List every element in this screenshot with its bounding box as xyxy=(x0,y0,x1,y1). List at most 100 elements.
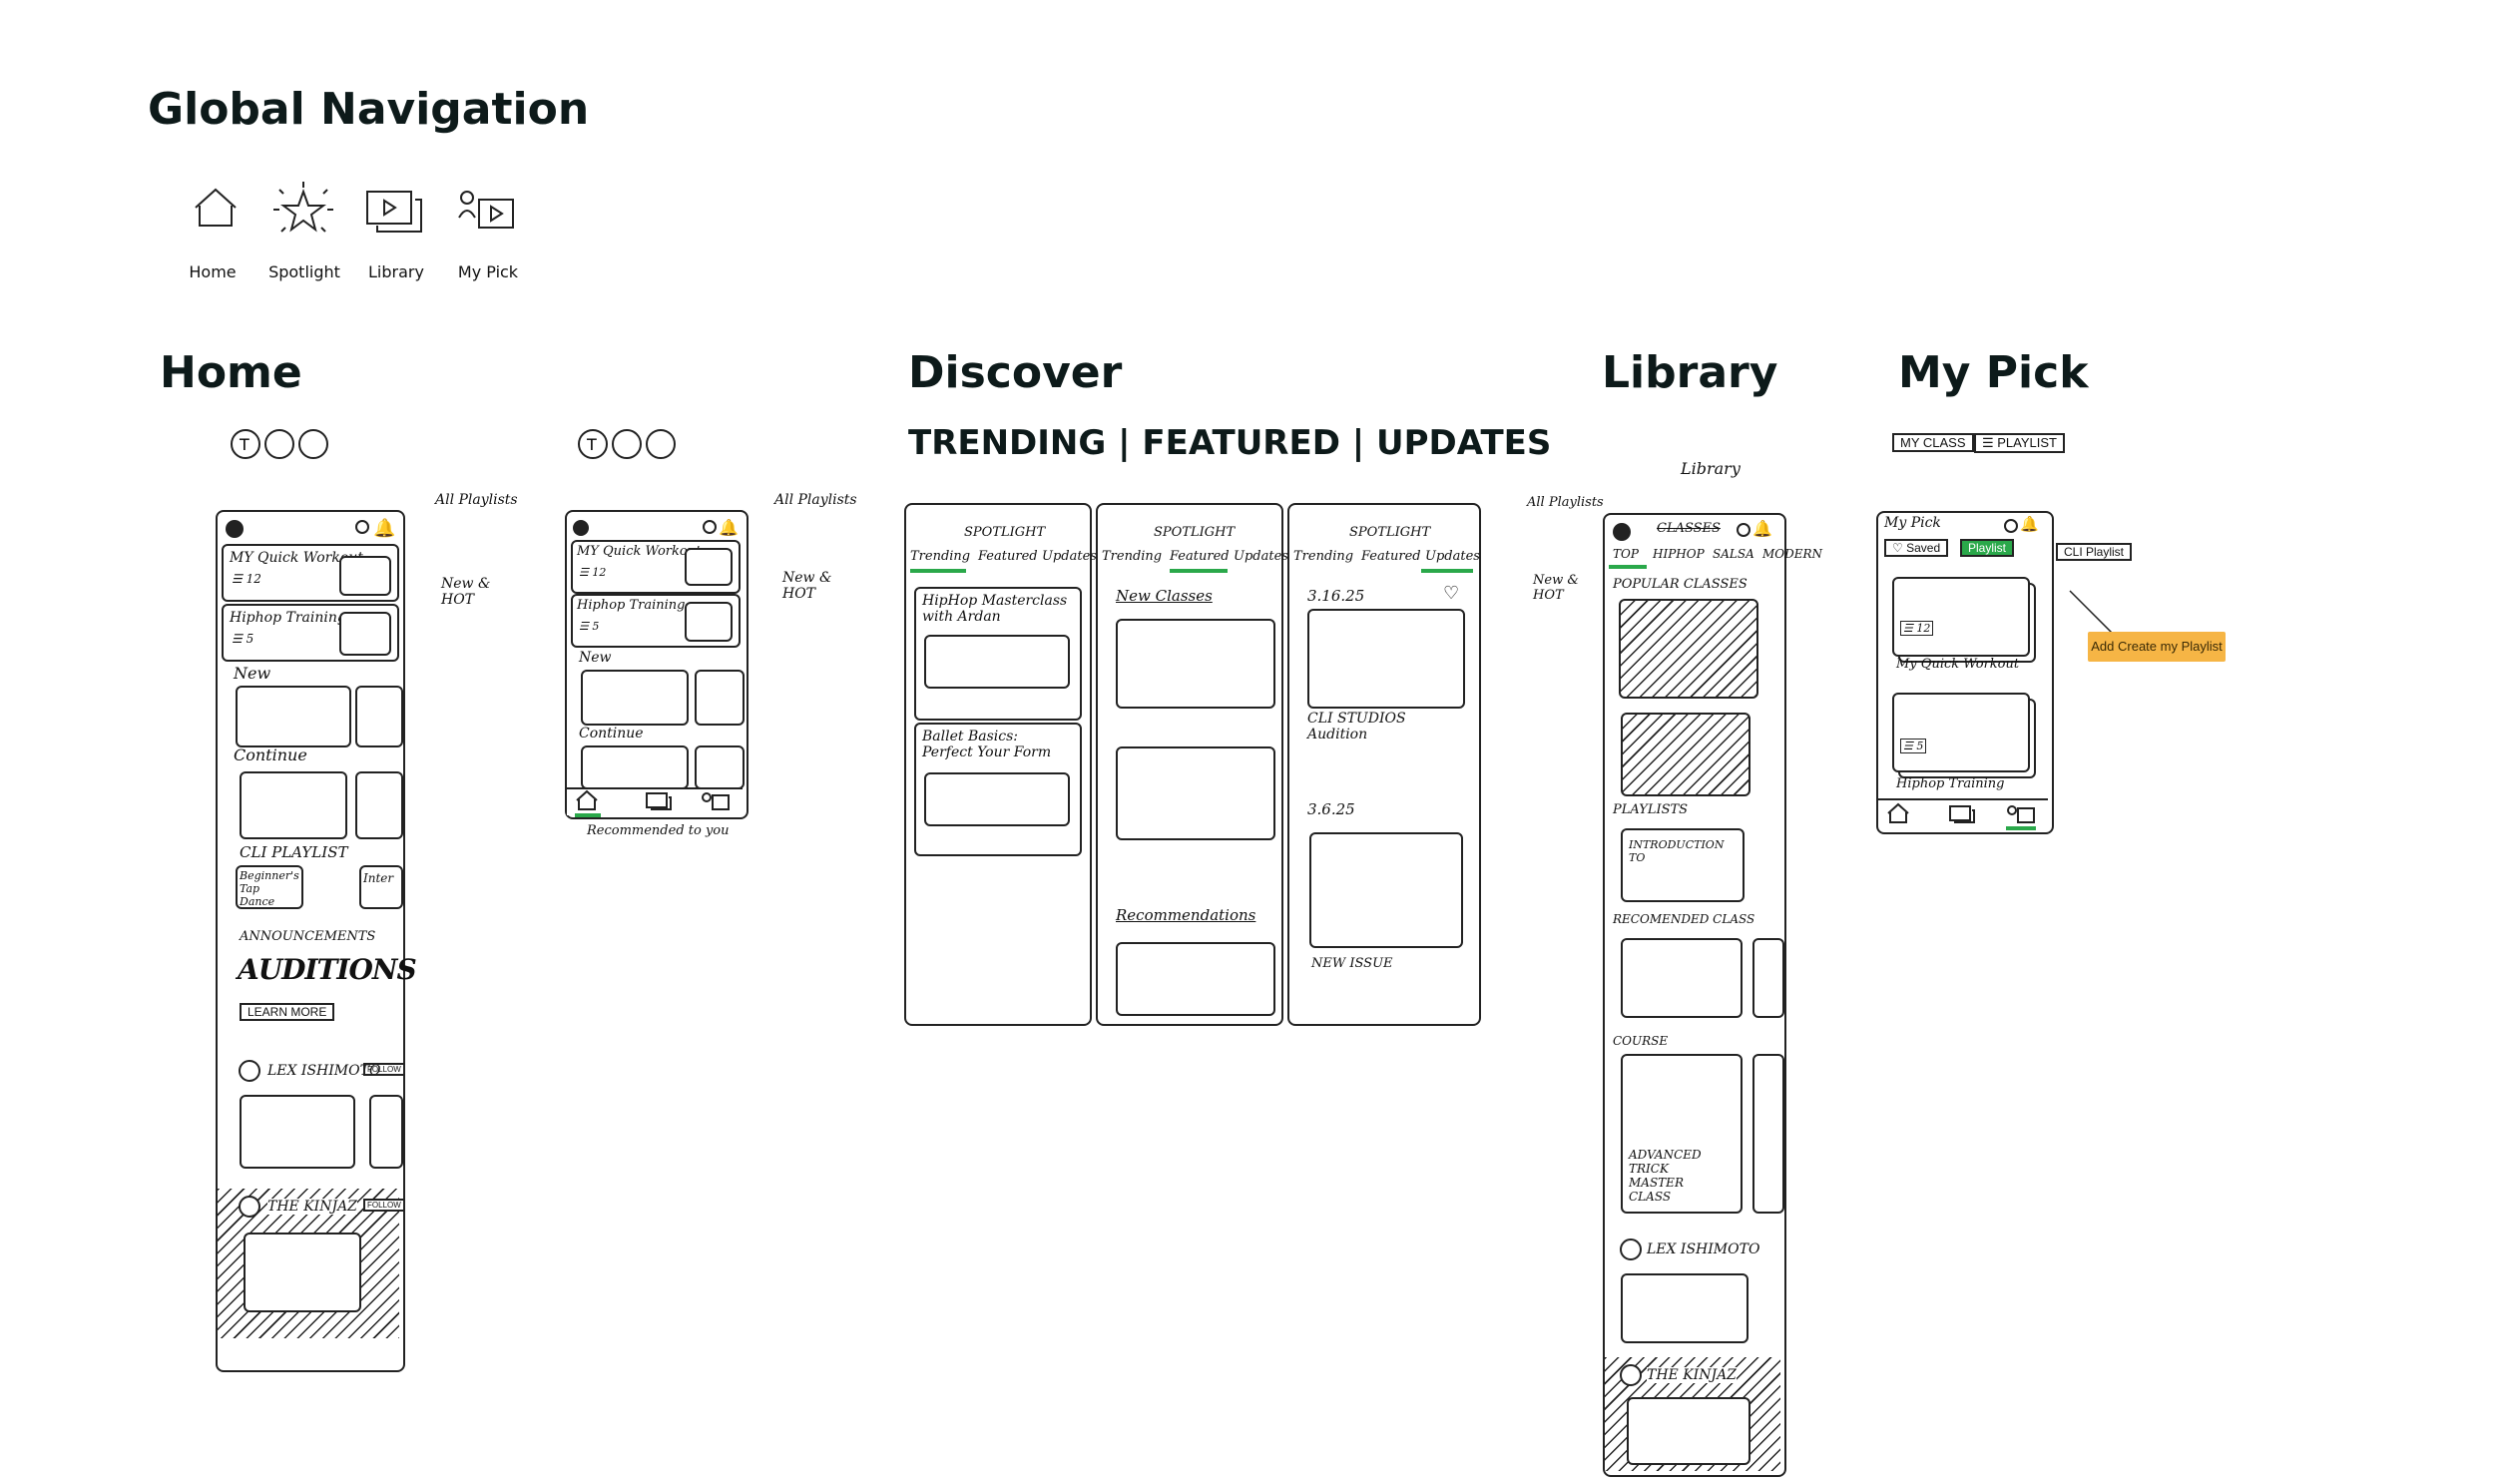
card-thumb xyxy=(339,556,391,596)
tab-updates[interactable]: Updates xyxy=(1234,549,1288,564)
heart-icon[interactable]: ♡ xyxy=(1443,583,1459,604)
video-thumb[interactable] xyxy=(244,1233,361,1312)
new-section-label: New xyxy=(579,650,612,666)
video-thumb[interactable] xyxy=(240,771,347,839)
saved-tab[interactable]: ♡ Saved xyxy=(1884,539,1949,557)
home-section-title: Home xyxy=(160,347,302,398)
video-thumb[interactable] xyxy=(355,686,403,747)
tab-modern[interactable]: MODERN xyxy=(1762,547,1822,561)
media-stack-icon[interactable] xyxy=(365,190,425,241)
new-hot-note: New & HOT xyxy=(1533,573,1579,603)
playlist-tile-label: INTRODUCTION TO xyxy=(1629,838,1725,864)
video-thumb[interactable] xyxy=(1309,832,1463,948)
tab-trending[interactable]: Trending xyxy=(1293,549,1353,564)
avatar[interactable] xyxy=(573,520,589,536)
media-stack-icon[interactable] xyxy=(645,791,673,811)
star-icon[interactable] xyxy=(267,180,339,245)
follow-button[interactable]: FOLLOW xyxy=(363,1199,405,1212)
video-thumb[interactable] xyxy=(695,745,745,789)
video-thumb[interactable] xyxy=(1627,1397,1750,1465)
card-title: MY Quick Workout xyxy=(577,544,702,559)
tab-trending[interactable]: Trending xyxy=(910,549,970,564)
bell-icon[interactable]: 🔔 xyxy=(1752,519,1772,539)
active-tab-indicator xyxy=(1421,569,1473,573)
new-classes-label: New Classes xyxy=(1116,587,1213,605)
cli-playlist-tab[interactable]: CLI Playlist xyxy=(2056,543,2133,561)
new-issue-label: NEW ISSUE xyxy=(1311,956,1393,971)
active-tab-indicator xyxy=(910,569,966,573)
course-card[interactable] xyxy=(1752,1054,1784,1214)
playlist-tile-label: Inter xyxy=(363,871,394,885)
tab-hiphop[interactable]: HIPHOP xyxy=(1653,547,1705,561)
home-icon[interactable] xyxy=(1886,802,1910,824)
playlists-label: PLAYLISTS xyxy=(1613,802,1689,817)
playlist-card[interactable] xyxy=(1892,693,2030,772)
home-sketch-long: T 🔔 All Playlists New & HOT MY Quick Wor… xyxy=(160,424,518,1382)
home-icon[interactable] xyxy=(192,186,240,235)
bell-icon[interactable]: 🔔 xyxy=(373,518,395,539)
video-thumb[interactable] xyxy=(1621,938,1743,1018)
tab-top[interactable]: TOP xyxy=(1613,547,1639,561)
tab-updates[interactable]: Updates xyxy=(1425,549,1480,564)
card-title: Hiphop Training xyxy=(230,610,346,626)
video-thumb[interactable] xyxy=(581,670,689,726)
active-tab-indicator xyxy=(1170,569,1228,573)
discover-subtitle: TRENDING | FEATURED | UPDATES xyxy=(908,423,1552,463)
video-thumb[interactable] xyxy=(236,686,351,747)
active-tab-indicator xyxy=(575,813,601,817)
update-date: 3.6.25 xyxy=(1307,800,1355,818)
video-thumb[interactable] xyxy=(695,670,745,726)
svg-text:T: T xyxy=(586,435,597,454)
tab-salsa[interactable]: SALSA xyxy=(1713,547,1754,561)
tab-trending[interactable]: Trending xyxy=(1102,549,1162,564)
bell-icon[interactable]: 🔔 xyxy=(719,518,739,538)
bell-icon[interactable]: 🔔 xyxy=(2020,515,2039,533)
playlist-card[interactable] xyxy=(1892,577,2030,657)
tab-featured[interactable]: Featured xyxy=(1170,549,1230,564)
my-class-tab[interactable]: MY CLASS xyxy=(1892,433,1974,452)
card-meta: ☰ 5 xyxy=(1900,739,1927,753)
active-tab-indicator xyxy=(1609,565,1647,569)
discover-section-title: Discover xyxy=(908,347,1123,398)
learn-more-button[interactable]: LEARN MORE xyxy=(240,1003,335,1021)
person-play-icon[interactable] xyxy=(2006,804,2036,824)
course-title: ADVANCED TRICK MASTER CLASS xyxy=(1629,1148,1702,1204)
card-thumb xyxy=(685,548,733,586)
home-icon[interactable] xyxy=(575,789,599,811)
avatar[interactable] xyxy=(1613,523,1631,541)
video-thumb[interactable] xyxy=(1621,713,1750,796)
recommendations-label: Recommendations xyxy=(1116,906,1256,924)
video-thumb[interactable] xyxy=(355,771,403,839)
playlist-tab[interactable]: ☰ PLAYLIST xyxy=(1974,433,2065,453)
instructor-avatar xyxy=(1620,1364,1642,1386)
video-thumb[interactable] xyxy=(369,1095,403,1169)
popular-classes-label: POPULAR CLASSES xyxy=(1613,577,1747,592)
person-play-icon[interactable] xyxy=(701,791,731,811)
search-icon[interactable] xyxy=(2004,519,2018,533)
video-thumb[interactable] xyxy=(1116,746,1275,840)
card-meta: ☰ 12 xyxy=(1900,621,1934,636)
search-icon[interactable] xyxy=(355,520,369,534)
person-play-icon[interactable] xyxy=(457,188,517,239)
tab-updates[interactable]: Updates xyxy=(1042,549,1097,564)
search-icon[interactable] xyxy=(1737,523,1750,537)
video-thumb[interactable] xyxy=(1621,1273,1748,1343)
video-thumb[interactable] xyxy=(1116,942,1275,1016)
video-thumb[interactable] xyxy=(581,745,689,789)
new-section-label: New xyxy=(234,664,271,683)
avatar[interactable] xyxy=(226,520,244,538)
video-thumb[interactable] xyxy=(1307,609,1465,709)
video-thumb[interactable] xyxy=(1752,938,1784,1018)
video-thumb[interactable] xyxy=(240,1095,355,1169)
instructor-name: LEX ISHIMOTO xyxy=(1647,1241,1760,1257)
search-icon[interactable] xyxy=(703,520,717,534)
video-thumb[interactable] xyxy=(1116,619,1275,709)
classes-header: CLASSES xyxy=(1657,521,1721,536)
playlist-active-tab[interactable]: Playlist xyxy=(1960,539,2015,557)
follow-button[interactable]: FOLLOW xyxy=(363,1063,405,1076)
tab-featured[interactable]: Featured xyxy=(978,549,1038,564)
video-thumb[interactable] xyxy=(1619,599,1758,699)
tab-featured[interactable]: Featured xyxy=(1361,549,1421,564)
media-stack-icon[interactable] xyxy=(1948,804,1976,824)
spotlight-header: SPOTLIGHT xyxy=(964,525,1046,540)
